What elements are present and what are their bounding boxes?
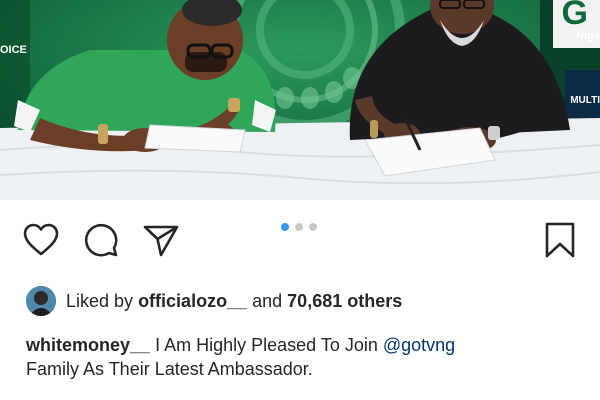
likes-row: Liked by officialozo__ and 70,681 others xyxy=(26,285,402,317)
photo-logo-left: OICE xyxy=(0,44,27,56)
heart-icon[interactable] xyxy=(22,221,60,259)
caption-username-link[interactable]: whitemoney__ xyxy=(26,335,150,355)
carousel-dot[interactable] xyxy=(309,223,317,231)
signing-ceremony-image xyxy=(0,0,600,200)
caption-mention-link[interactable]: @gotvng xyxy=(383,335,455,355)
caption-text-after: Family As Their Latest Ambassador. xyxy=(26,359,313,379)
post-photo[interactable]: OICE G Nige MULTI xyxy=(0,0,600,200)
carousel-dot[interactable] xyxy=(295,223,303,231)
carousel-dot[interactable] xyxy=(281,223,289,231)
liked-by-user-link[interactable]: officialozo__ xyxy=(138,291,247,311)
likes-connector: and xyxy=(252,290,283,311)
caption-text-before: I Am Highly Pleased To Join xyxy=(155,335,378,355)
photo-logo-right-letter: G xyxy=(561,0,588,32)
photo-logo-right-sub: Nige xyxy=(576,30,600,42)
comment-icon[interactable] xyxy=(82,221,120,259)
carousel-indicator xyxy=(281,223,317,231)
likes-text: Liked by officialozo__ and 70,681 others xyxy=(66,291,402,312)
post-caption: whitemoney__ I Am Highly Pleased To Join… xyxy=(26,333,566,381)
likes-count-link[interactable]: 70,681 others xyxy=(287,291,402,311)
avatar[interactable] xyxy=(26,286,56,316)
bookmark-icon[interactable] xyxy=(541,221,579,259)
photo-logo-right-mult: MULTI xyxy=(570,95,600,106)
share-icon[interactable] xyxy=(142,221,180,259)
likes-prefix: Liked by xyxy=(66,290,134,311)
